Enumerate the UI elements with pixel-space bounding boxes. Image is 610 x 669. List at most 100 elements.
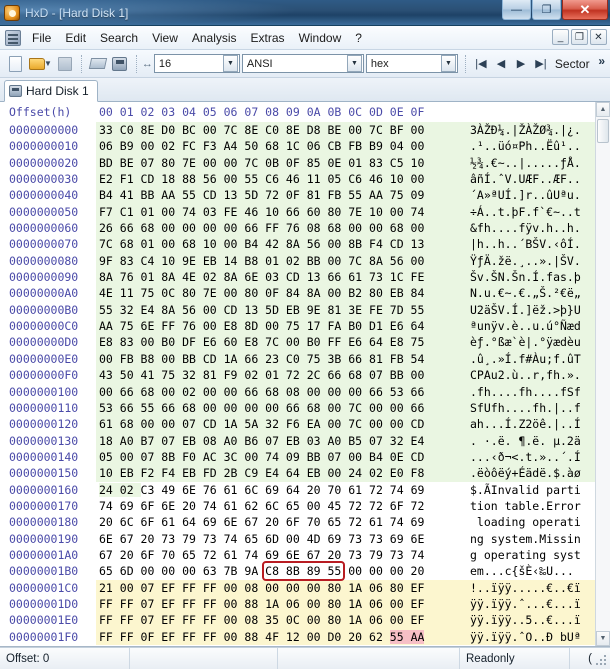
hex-row[interactable]: 0000000000 33 C0 8E D0 BC 00 7C 8E C0 8E … (0, 122, 595, 139)
row-ascii[interactable]: . ·.ë. ¶.ë. µ.2ä (464, 432, 595, 449)
row-ascii[interactable]: SfUfh....fh.|..f (464, 399, 595, 417)
row-ascii[interactable]: ªunÿv.è..u.ú°Ñæd (464, 318, 595, 335)
hex-row[interactable]: 0000000130 18 A0 B7 07 EB 08 A0 B6 07 EB … (0, 432, 595, 449)
row-hex-bytes[interactable]: 06 B9 00 02 FC F3 A4 50 68 1C 06 CB FB B… (96, 138, 464, 155)
row-ascii[interactable]: $.ÃInvalid parti (464, 481, 595, 498)
hex-row[interactable]: 0000000100 00 66 68 00 02 00 00 66 68 08 … (0, 383, 595, 400)
menu-item-edit[interactable]: Edit (58, 29, 93, 47)
row-ascii[interactable]: .¹..üó¤Ph..Ëû¹.. (464, 138, 595, 155)
scroll-up-button[interactable]: ▲ (596, 102, 610, 117)
hex-row[interactable]: 00000001F0 FF FF 0F EF FF FF 00 88 4F 12 … (0, 628, 595, 645)
maximize-button[interactable]: ❐ (532, 0, 561, 20)
row-hex-bytes[interactable]: FF FF 07 EF FF FF 00 88 1A 06 00 80 1A 0… (96, 595, 464, 613)
hex-row[interactable]: 0000000150 10 EB F2 F4 EB FD 2B C9 E4 64 … (0, 465, 595, 482)
row-hex-bytes[interactable]: E8 83 00 B0 DF E6 60 E8 7C 00 B0 FF E6 6… (96, 334, 464, 351)
row-ascii[interactable]: em...c{šÈ‹‰U... (464, 563, 595, 580)
row-ascii[interactable]: U2äŠV.Í.]ëž.>þ}U (464, 301, 595, 319)
row-hex-bytes[interactable]: 67 20 6F 70 65 72 61 74 69 6E 67 20 73 7… (96, 546, 464, 564)
hex-row[interactable]: 00000000F0 43 50 41 75 32 81 F9 02 01 72 … (0, 367, 595, 384)
hex-row[interactable]: 00000001A0 67 20 6F 70 65 72 61 74 69 6E … (0, 546, 595, 564)
hex-row[interactable]: 00000000A0 4E 11 75 0C 80 7E 00 80 0F 84 … (0, 285, 595, 302)
chevron-down-icon[interactable]: ▼ (222, 55, 238, 72)
hex-row[interactable]: 0000000090 8A 76 01 8A 4E 02 8A 6E 03 CD … (0, 269, 595, 286)
previous-sector-icon[interactable]: ◀ (491, 54, 511, 74)
row-ascii[interactable]: &fh....fÿv.h..h. (464, 220, 595, 237)
toolbar-overflow-icon[interactable]: » (598, 54, 605, 68)
scrollbar-track[interactable] (596, 117, 610, 631)
hex-row[interactable]: 0000000010 06 B9 00 02 FC F3 A4 50 68 1C … (0, 138, 595, 155)
hex-editor-area[interactable]: Offset(h) 00 01 02 03 04 05 06 07 08 09 … (0, 102, 610, 647)
open-file-icon[interactable] (26, 53, 48, 75)
chevron-down-icon[interactable]: ▼ (440, 55, 456, 72)
hex-row[interactable]: 0000000170 74 69 6F 6E 20 74 61 62 6C 65 … (0, 497, 595, 515)
row-hex-bytes[interactable]: AA 75 6E FF 76 00 E8 8D 00 75 17 FA B0 D… (96, 318, 464, 335)
menu-item-view[interactable]: View (145, 29, 185, 47)
row-ascii[interactable]: 3ÀŽÐ¼.|ŽÀŽØ¾.|¿. (464, 122, 595, 139)
save-icon[interactable] (54, 53, 76, 75)
row-ascii[interactable]: g operating syst (464, 546, 595, 564)
new-file-icon[interactable] (4, 53, 26, 75)
hex-row[interactable]: 0000000160 24 02 C3 49 6E 76 61 6C 69 64 … (0, 481, 595, 498)
row-ascii[interactable]: Šv.ŠN.Šn.Í.fas.þ (464, 269, 595, 286)
row-ascii[interactable]: tion table.Error (464, 497, 595, 515)
row-hex-bytes[interactable]: 6E 67 20 73 79 73 74 65 6D 00 4D 69 73 7… (96, 530, 464, 547)
charset-combo[interactable]: ANSI ▼ (241, 54, 364, 73)
row-hex-bytes[interactable]: 55 32 E4 8A 56 00 CD 13 5D EB 9E 81 3E F… (96, 301, 464, 319)
hex-row[interactable]: 0000000180 20 6C 6F 61 64 69 6E 67 20 6F … (0, 514, 595, 531)
scroll-down-button[interactable]: ▼ (596, 631, 610, 646)
menu-item-help[interactable]: ? (348, 29, 369, 47)
menu-item-window[interactable]: Window (292, 29, 349, 47)
row-hex-bytes[interactable]: BD BE 07 80 7E 00 00 7C 0B 0F 85 0E 01 8… (96, 154, 464, 172)
hex-row[interactable]: 00000001E0 FF FF 07 EF FF FF 00 08 35 0C … (0, 612, 595, 629)
hex-row[interactable]: 0000000190 6E 67 20 73 79 73 74 65 6D 00 … (0, 530, 595, 547)
hex-grid[interactable]: Offset(h) 00 01 02 03 04 05 06 07 08 09 … (0, 102, 595, 646)
row-ascii[interactable]: !..ïÿÿ.....€..€ï (464, 579, 595, 596)
next-sector-icon[interactable]: ▶ (511, 54, 531, 74)
row-hex-bytes[interactable]: 74 69 6F 6E 20 74 61 62 6C 65 00 45 72 7… (96, 497, 464, 515)
open-disk-icon[interactable] (109, 53, 131, 75)
hex-row[interactable]: 00000000C0 AA 75 6E FF 76 00 E8 8D 00 75 … (0, 318, 595, 335)
hex-row[interactable]: 0000000070 7C 68 01 00 68 10 00 B4 42 8A … (0, 236, 595, 253)
row-hex-bytes[interactable]: 8A 76 01 8A 4E 02 8A 6E 03 CD 13 66 61 7… (96, 269, 464, 286)
resize-grip[interactable] (596, 655, 608, 667)
row-ascii[interactable]: ÿÿ.ïÿÿ..5..€...ï (464, 612, 595, 629)
hex-row[interactable]: 00000001C0 21 00 07 EF FF FF 00 08 00 00 … (0, 579, 595, 596)
row-hex-bytes[interactable]: 00 66 68 00 02 00 00 66 68 08 00 00 00 6… (96, 383, 464, 400)
row-hex-bytes[interactable]: B4 41 BB AA 55 CD 13 5D 72 0F 81 FB 55 A… (96, 187, 464, 204)
first-sector-icon[interactable]: |◀ (471, 54, 491, 74)
row-ascii[interactable]: ½¾.€~..|.....ƒÅ. (464, 154, 595, 172)
row-hex-bytes[interactable]: 9F 83 C4 10 9E EB 14 B8 01 02 BB 00 7C 8… (96, 252, 464, 270)
row-ascii[interactable]: |h..h..´BŠV.‹ôÍ. (464, 236, 595, 253)
row-hex-bytes[interactable]: FF FF 0F EF FF FF 00 88 4F 12 00 D0 20 6… (96, 628, 464, 645)
menu-item-file[interactable]: File (25, 29, 58, 47)
row-hex-bytes[interactable]: 7C 68 01 00 68 10 00 B4 42 8A 56 00 8B F… (96, 236, 464, 253)
scrollbar-thumb[interactable] (597, 119, 609, 143)
hex-row[interactable]: 0000000020 BD BE 07 80 7E 00 00 7C 0B 0F … (0, 154, 595, 172)
hex-row[interactable]: 0000000050 F7 C1 01 00 74 03 FE 46 10 66 … (0, 203, 595, 221)
hex-row[interactable]: 0000000030 E2 F1 CD 18 88 56 00 55 C6 46 … (0, 171, 595, 188)
chevron-down-icon[interactable]: ▼ (346, 55, 362, 72)
tab-hard-disk-1[interactable]: Hard Disk 1 (4, 80, 98, 102)
hex-row[interactable]: 00000000D0 E8 83 00 B0 DF E6 60 E8 7C 00 … (0, 334, 595, 351)
row-hex-bytes[interactable]: 21 00 07 EF FF FF 00 08 00 00 00 80 1A 0… (96, 579, 464, 596)
row-ascii[interactable]: ng system.Missin (464, 530, 595, 547)
row-hex-bytes[interactable]: 26 66 68 00 00 00 00 66 FF 76 08 68 00 0… (96, 220, 464, 237)
row-hex-bytes[interactable]: 33 C0 8E D0 BC 00 7C 8E C0 8E D8 BE 00 7… (96, 122, 464, 139)
open-ram-icon[interactable] (87, 53, 109, 75)
hex-row[interactable]: 00000001B0 65 6D 00 00 00 63 7B 9A C8 8B … (0, 563, 595, 580)
row-ascii[interactable]: ...‹ð¬<.t.»..´.Í (464, 448, 595, 466)
hex-row[interactable]: 00000000B0 55 32 E4 8A 56 00 CD 13 5D EB … (0, 301, 595, 319)
hex-row[interactable]: 0000000110 53 66 55 66 68 00 00 00 00 66 … (0, 399, 595, 417)
hex-row[interactable]: 0000000060 26 66 68 00 00 00 00 66 FF 76 … (0, 220, 595, 237)
row-ascii[interactable]: .û¸.»Í.f#Àu;f.ûT (464, 350, 595, 368)
close-button[interactable]: ✕ (562, 0, 608, 20)
vertical-scrollbar[interactable]: ▲ ▼ (595, 102, 610, 646)
row-hex-bytes[interactable]: 05 00 07 8B F0 AC 3C 00 74 09 BB 07 00 B… (96, 448, 464, 466)
row-ascii[interactable]: ah...Í.Z2öê.|..Í (464, 416, 595, 433)
row-ascii[interactable]: N.u.€~.€.„Š.²€ë„ (464, 285, 595, 302)
row-hex-bytes[interactable]: F7 C1 01 00 74 03 FE 46 10 66 60 80 7E 1… (96, 203, 464, 221)
row-ascii[interactable]: ÿÿ.ïÿÿ.ˆO..Ð bUª (464, 628, 595, 645)
menu-item-extras[interactable]: Extras (244, 29, 292, 47)
mdi-close-button[interactable]: ✕ (590, 29, 607, 45)
menu-item-search[interactable]: Search (93, 29, 145, 47)
